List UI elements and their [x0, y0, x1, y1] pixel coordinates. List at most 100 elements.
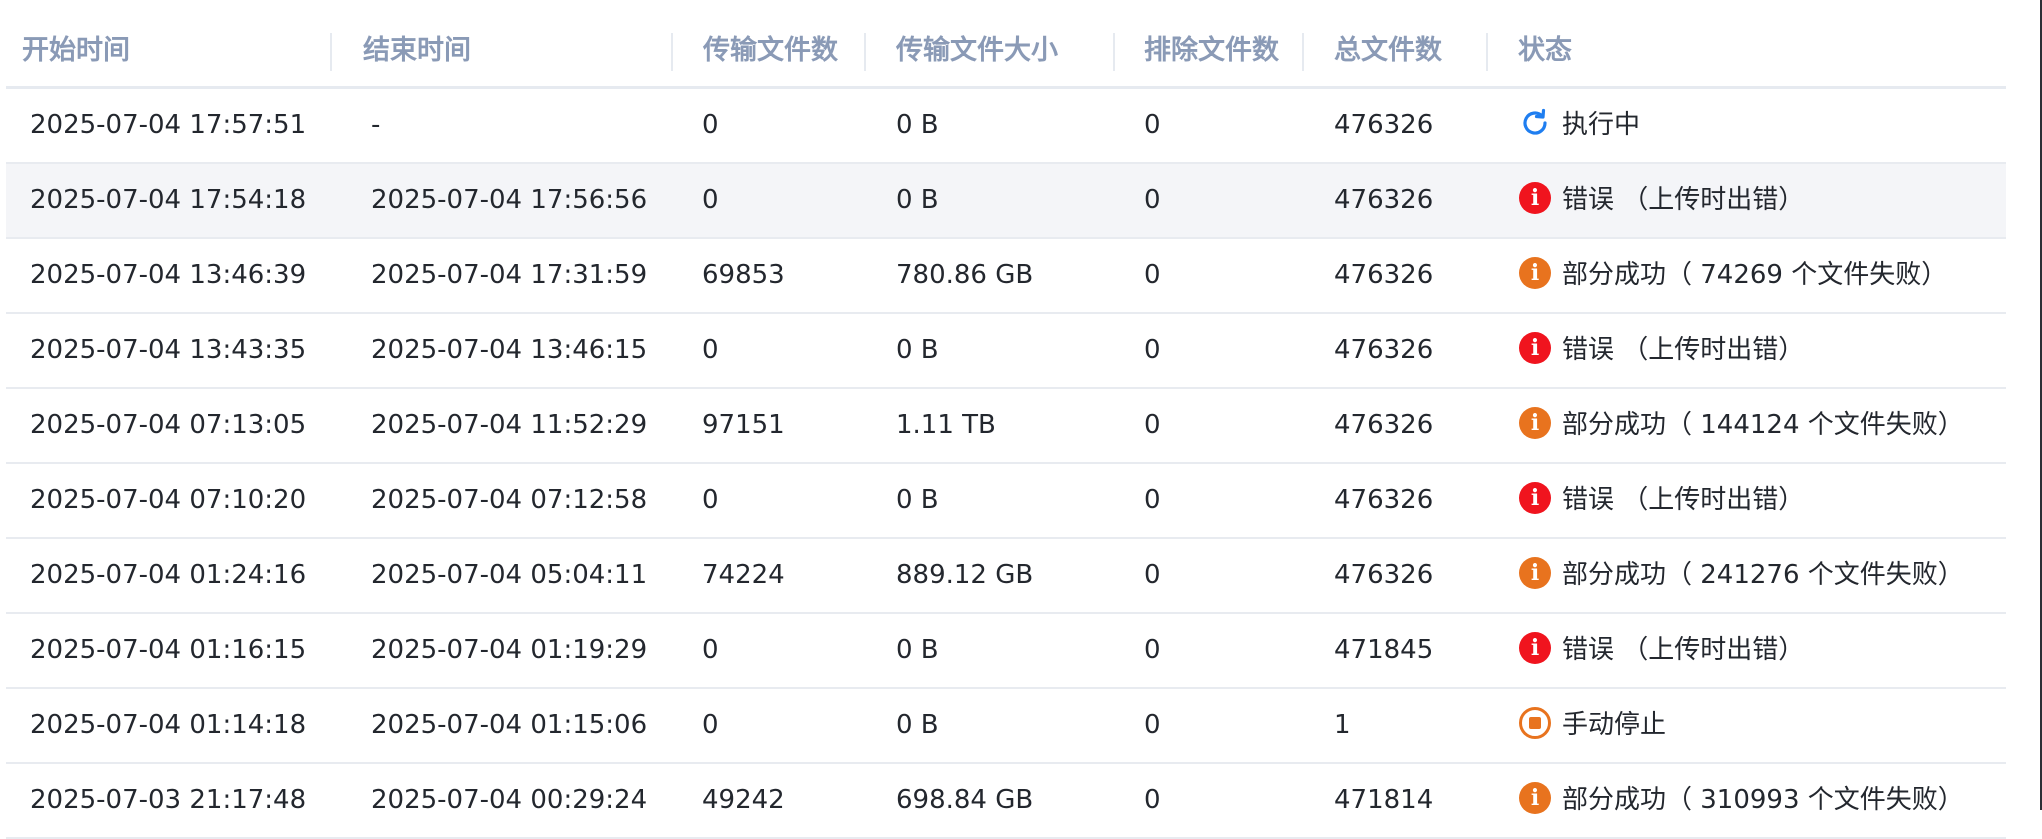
table-header: 开始时间 结束时间 传输文件数 传输文件大小 排除文件数 总文件数 状态 [6, 0, 2006, 89]
column-divider[interactable] [1113, 33, 1115, 71]
cell-start-time: 2025-07-04 13:43:35 [30, 335, 307, 365]
cell-transfer-files: 0 [702, 185, 719, 215]
cell-status: i 部分成功（ 310993 个文件失败） [1519, 764, 1964, 837]
header-transfer-files[interactable]: 传输文件数 [703, 0, 838, 86]
cell-excluded-files: 0 [1144, 635, 1161, 665]
cell-excluded-files: 0 [1144, 410, 1161, 440]
cell-status: 执行中 [1519, 89, 1640, 162]
header-end-time[interactable]: 结束时间 [363, 0, 471, 86]
header-start-time[interactable]: 开始时间 [22, 0, 130, 86]
cell-end-time: 2025-07-04 05:04:11 [371, 560, 648, 590]
error-icon: i [1519, 181, 1551, 214]
status-text: 部分成功（ 74269 个文件失败） [1562, 260, 1948, 290]
cell-total-files: 476326 [1334, 110, 1434, 140]
error-icon: i [1519, 631, 1551, 664]
cell-excluded-files: 0 [1144, 485, 1161, 515]
cell-status: i 部分成功（ 144124 个文件失败） [1519, 389, 1964, 462]
cell-transfer-files: 97151 [702, 410, 785, 440]
header-transfer-size[interactable]: 传输文件大小 [896, 0, 1058, 86]
cell-excluded-files: 0 [1144, 110, 1161, 140]
spinner-icon [1519, 107, 1551, 139]
cell-total-files: 476326 [1334, 410, 1434, 440]
cell-transfer-size: 889.12 GB [896, 560, 1034, 590]
cell-start-time: 2025-07-04 17:54:18 [30, 185, 307, 215]
cell-total-files: 471814 [1334, 785, 1434, 815]
cell-end-time: 2025-07-04 17:56:56 [371, 185, 648, 215]
table-row[interactable]: 2025-07-04 01:16:15 2025-07-04 01:19:29 0 0… [6, 614, 2006, 689]
header-excluded-files[interactable]: 排除文件数 [1144, 0, 1279, 86]
cell-transfer-size: 780.86 GB [896, 260, 1034, 290]
task-history-table: 开始时间 结束时间 传输文件数 传输文件大小 排除文件数 总文件数 状态 202… [0, 0, 2042, 839]
status-text: 执行中 [1562, 110, 1641, 140]
cell-transfer-files: 0 [702, 485, 719, 515]
cell-status: i 部分成功（ 241276 个文件失败） [1519, 539, 1964, 612]
warning-icon: i [1519, 406, 1551, 439]
table-row[interactable]: 2025-07-04 01:24:16 2025-07-04 05:04:11 74… [6, 539, 2006, 614]
cell-excluded-files: 0 [1144, 560, 1161, 590]
table-row[interactable]: 2025-07-04 07:10:20 2025-07-04 07:12:58 0 0… [6, 464, 2006, 539]
cell-transfer-size: 0 B [896, 110, 939, 140]
cell-transfer-files: 69853 [702, 260, 785, 290]
table-body: 2025-07-04 17:57:51 - 0 0 B 0 476326 执行中 2025-0… [6, 89, 2006, 839]
column-divider[interactable] [330, 33, 332, 71]
cell-end-time: 2025-07-04 17:31:59 [371, 260, 648, 290]
cell-end-time: 2025-07-04 07:12:58 [371, 485, 648, 515]
status-text: 错误 （上传时出错） [1562, 185, 1805, 215]
table-row[interactable]: 2025-07-04 07:13:05 2025-07-04 11:52:29 97… [6, 389, 2006, 464]
column-divider[interactable] [671, 33, 673, 71]
error-icon: i [1519, 481, 1551, 514]
warning-icon: i [1519, 781, 1551, 814]
cell-start-time: 2025-07-04 17:57:51 [30, 110, 307, 140]
column-divider[interactable] [1302, 33, 1304, 71]
cell-total-files: 471845 [1334, 635, 1434, 665]
cell-status: i 错误 （上传时出错） [1519, 464, 1804, 537]
cell-total-files: 476326 [1334, 335, 1434, 365]
cell-excluded-files: 0 [1144, 785, 1161, 815]
cell-start-time: 2025-07-04 07:10:20 [30, 485, 307, 515]
cell-transfer-size: 0 B [896, 710, 939, 740]
cell-transfer-files: 74224 [702, 560, 785, 590]
cell-end-time: 2025-07-04 01:19:29 [371, 635, 648, 665]
cell-end-time: 2025-07-04 13:46:15 [371, 335, 648, 365]
error-icon: i [1519, 331, 1551, 364]
cell-transfer-size: 1.11 TB [896, 410, 996, 440]
status-text: 部分成功（ 144124 个文件失败） [1562, 410, 1964, 440]
cell-transfer-files: 0 [702, 635, 719, 665]
header-total-files[interactable]: 总文件数 [1334, 0, 1442, 86]
cell-transfer-files: 49242 [702, 785, 785, 815]
cell-transfer-size: 0 B [896, 485, 939, 515]
cell-transfer-files: 0 [702, 710, 719, 740]
table-row[interactable]: 2025-07-04 13:46:39 2025-07-04 17:31:59 69… [6, 239, 2006, 314]
cell-status: i 错误 （上传时出错） [1519, 314, 1804, 387]
warning-icon: i [1519, 556, 1551, 589]
table-row[interactable]: 2025-07-04 17:57:51 - 0 0 B 0 476326 执行中 [6, 89, 2006, 164]
column-divider[interactable] [1486, 33, 1488, 71]
cell-transfer-size: 0 B [896, 185, 939, 215]
cell-excluded-files: 0 [1144, 185, 1161, 215]
cell-transfer-files: 0 [702, 335, 719, 365]
table-row[interactable]: 2025-07-04 17:54:18 2025-07-04 17:56:56 0 0… [6, 164, 2006, 239]
cell-status: i 部分成功（ 74269 个文件失败） [1519, 239, 1947, 312]
warning-icon: i [1519, 256, 1551, 289]
stop-icon [1519, 706, 1551, 739]
cell-status: i 错误 （上传时出错） [1519, 164, 1804, 237]
cell-total-files: 1 [1334, 710, 1351, 740]
cell-start-time: 2025-07-04 01:24:16 [30, 560, 307, 590]
status-text: 手动停止 [1562, 710, 1667, 740]
table-row[interactable]: 2025-07-04 13:43:35 2025-07-04 13:46:15 0 0… [6, 314, 2006, 389]
table-row[interactable]: 2025-07-04 01:14:18 2025-07-04 01:15:06 0 0… [6, 689, 2006, 764]
table-row[interactable]: 2025-07-03 21:17:48 2025-07-04 00:29:24 49… [6, 764, 2006, 839]
status-text: 错误 （上传时出错） [1562, 485, 1805, 515]
cell-total-files: 476326 [1334, 485, 1434, 515]
cell-transfer-size: 698.84 GB [896, 785, 1034, 815]
cell-start-time: 2025-07-04 07:13:05 [30, 410, 307, 440]
cell-start-time: 2025-07-04 13:46:39 [30, 260, 307, 290]
cell-start-time: 2025-07-04 01:14:18 [30, 710, 307, 740]
cell-end-time: - [371, 110, 381, 140]
cell-total-files: 476326 [1334, 185, 1434, 215]
cell-start-time: 2025-07-04 01:16:15 [30, 635, 307, 665]
column-divider[interactable] [864, 33, 866, 71]
cell-transfer-size: 0 B [896, 635, 939, 665]
header-status[interactable]: 状态 [1518, 0, 1572, 86]
cell-end-time: 2025-07-04 01:15:06 [371, 710, 648, 740]
